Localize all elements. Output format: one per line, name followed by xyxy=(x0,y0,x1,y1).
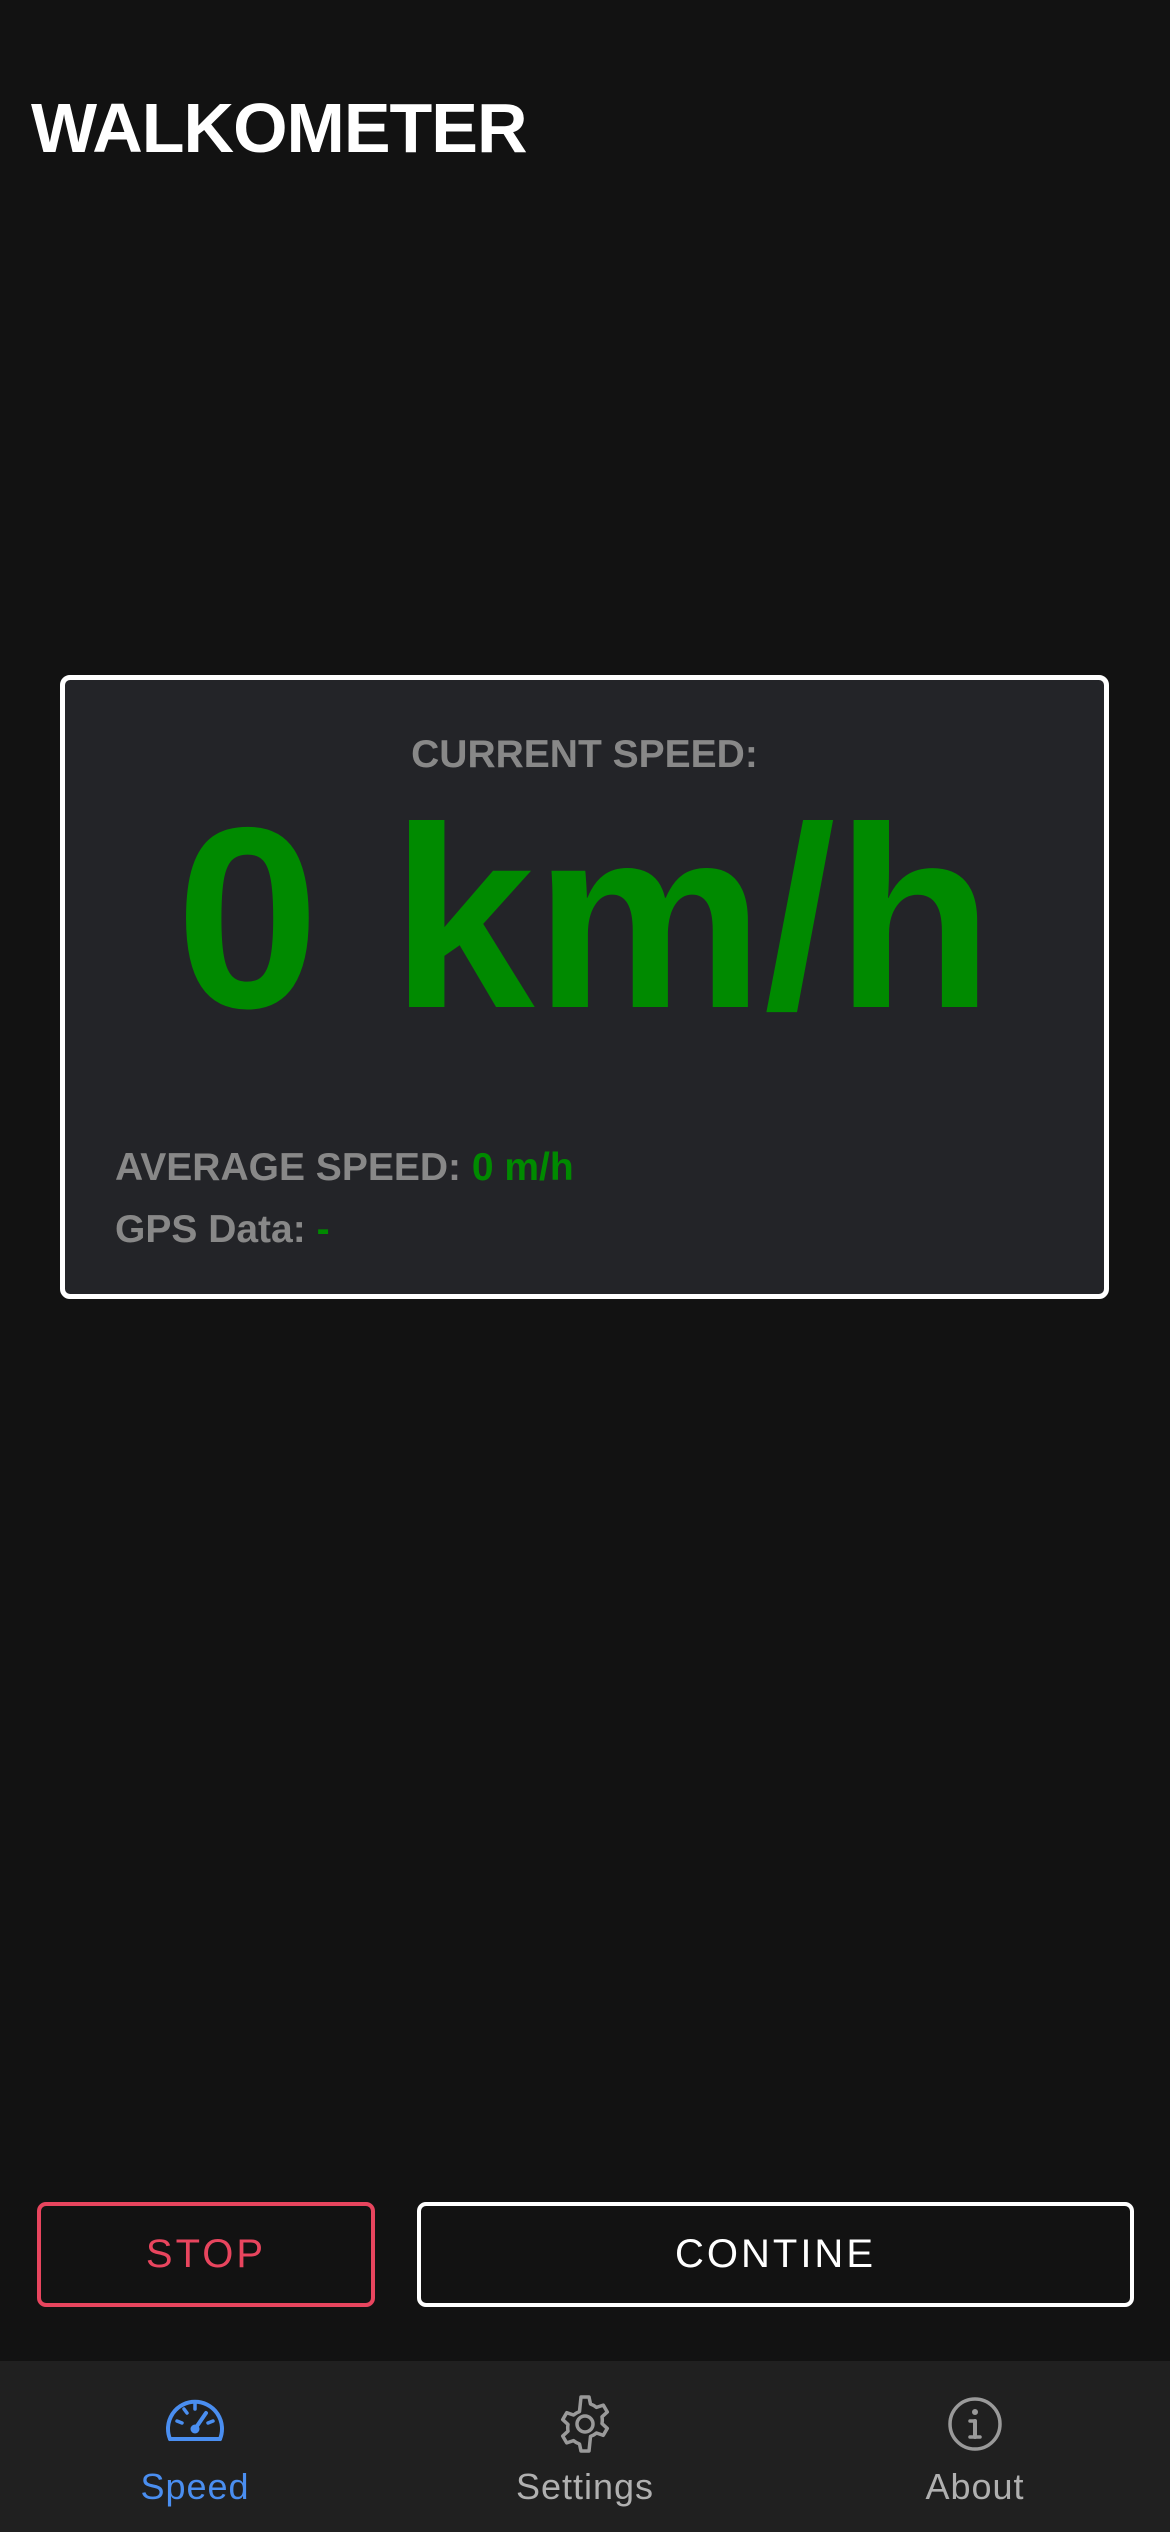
tab-speed[interactable]: Speed xyxy=(0,2361,390,2532)
stop-button[interactable]: STOP xyxy=(37,2202,375,2307)
speed-card: CURRENT SPEED: 0 km/h AVERAGE SPEED: 0 m… xyxy=(60,675,1109,1299)
gps-data-row: GPS Data: - xyxy=(115,1204,330,1256)
gps-data-value: - xyxy=(316,1208,330,1251)
tab-settings-label: Settings xyxy=(515,2466,655,2507)
tab-speed-label: Speed xyxy=(140,2466,250,2507)
bottom-tab-bar: Speed Settings About xyxy=(0,2361,1170,2532)
tab-about[interactable]: About xyxy=(780,2361,1170,2532)
average-speed-value: 0 m/h xyxy=(471,1146,574,1189)
current-speed-value: 0 km/h xyxy=(175,773,994,1062)
average-speed-label: AVERAGE SPEED: xyxy=(115,1146,462,1189)
gps-data-label: GPS Data: xyxy=(115,1208,306,1251)
speedometer-icon xyxy=(166,2399,224,2441)
gear-icon xyxy=(560,2395,610,2453)
average-speed-row: AVERAGE SPEED: 0 m/h xyxy=(115,1142,574,1194)
info-icon xyxy=(948,2397,1002,2451)
tab-settings[interactable]: Settings xyxy=(390,2361,780,2532)
tab-about-label: About xyxy=(925,2466,1025,2507)
app-title: WALKOMETER xyxy=(31,89,528,167)
continue-button[interactable]: CONTINE xyxy=(417,2202,1134,2307)
